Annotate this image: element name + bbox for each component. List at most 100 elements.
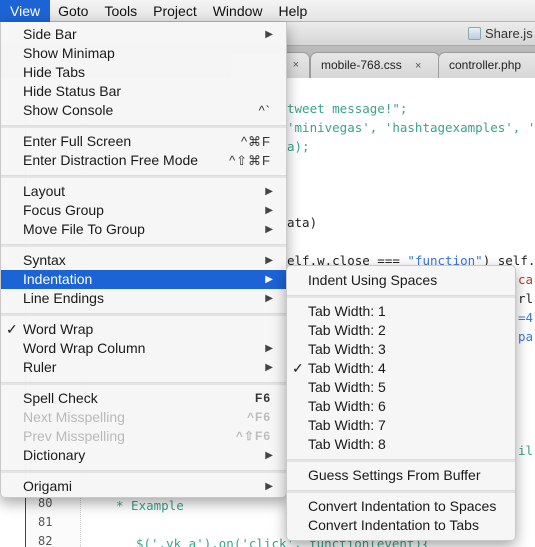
tab-label: controller.php (449, 58, 522, 72)
submenu-arrow-icon: ▶ (265, 481, 273, 492)
menu-item-tab-width-4[interactable]: ✓ Tab Width: 4 (287, 359, 515, 378)
menu-item-focus-group[interactable]: Focus Group ▶ (1, 201, 286, 220)
shortcut-label: ^F6 (246, 410, 271, 424)
menu-item-label: Syntax (23, 252, 66, 268)
menu-item-tab-width-2[interactable]: Tab Width: 2 (287, 321, 515, 340)
close-icon[interactable]: × (293, 53, 299, 77)
menu-item-convert-to-spaces[interactable]: Convert Indentation to Spaces (287, 497, 515, 516)
window-title-text: Share.js (485, 26, 533, 41)
menu-separator (1, 175, 286, 178)
submenu-arrow-icon: ▶ (265, 450, 273, 461)
menu-separator (287, 459, 515, 462)
shortcut-label: ^⇧F6 (235, 429, 271, 443)
menu-view[interactable]: View (0, 0, 51, 22)
menu-item-label: Focus Group (23, 202, 104, 218)
menu-item-label: Layout (23, 183, 66, 199)
menu-item-label: Side Bar (23, 26, 77, 42)
submenu-arrow-icon: ▶ (265, 343, 273, 354)
menu-goto[interactable]: Goto (50, 0, 96, 22)
menu-item-indent-using-spaces[interactable]: Indent Using Spaces (287, 271, 515, 290)
menu-item-label: Indentation (23, 271, 93, 287)
menu-item-label: Spell Check (23, 390, 98, 406)
menu-item-layout[interactable]: Layout ▶ (1, 182, 286, 201)
submenu-arrow-icon: ▶ (265, 274, 273, 285)
window-title: Share.js (468, 26, 533, 41)
menu-separator (1, 470, 286, 473)
menu-item-label: Move File To Group (23, 221, 145, 237)
menu-separator (1, 313, 286, 316)
menu-item-label: Show Console (23, 102, 114, 118)
tab-label: mobile-768.css (321, 58, 402, 72)
menu-item-dictionary[interactable]: Dictionary ▶ (1, 446, 286, 465)
menu-item-next-misspelling: Next Misspelling ^F6 (1, 408, 286, 427)
menu-item-label: Hide Tabs (23, 64, 86, 80)
code-fragment: a); (287, 139, 310, 154)
menu-item-label: Tab Width: 6 (308, 398, 386, 414)
menu-item-label: Convert Indentation to Spaces (308, 498, 497, 514)
menu-item-spell-check[interactable]: Spell Check F6 (1, 389, 286, 408)
menu-item-label: Indent Using Spaces (308, 272, 438, 288)
tab-controller-php[interactable]: controller.php (438, 52, 535, 78)
code-fragment: =4 (518, 310, 534, 325)
close-icon[interactable]: × (415, 60, 421, 72)
menu-separator (287, 295, 515, 298)
menu-item-label: Word Wrap Column (23, 340, 146, 356)
menu-item-side-bar[interactable]: Side Bar ▶ (1, 25, 286, 44)
submenu-arrow-icon: ▶ (265, 186, 273, 197)
menu-item-show-minimap[interactable]: Show Minimap (1, 44, 286, 63)
menu-bar: View Goto Tools Project Window Help (0, 0, 535, 22)
menu-item-tab-width-6[interactable]: Tab Width: 6 (287, 397, 515, 416)
menu-item-label: Tab Width: 4 (308, 360, 386, 376)
menu-item-label: Convert Indentation to Tabs (308, 517, 479, 533)
code-fragment: il (518, 443, 534, 458)
shortcut-label: ^` (258, 103, 271, 118)
menu-item-word-wrap-column[interactable]: Word Wrap Column ▶ (1, 339, 286, 358)
menu-item-ruler[interactable]: Ruler ▶ (1, 358, 286, 377)
menu-item-label: Enter Full Screen (23, 133, 132, 149)
indentation-submenu: Indent Using Spaces Tab Width: 1 Tab Wid… (286, 265, 516, 541)
menu-window[interactable]: Window (205, 0, 271, 22)
checkmark-icon: ✓ (6, 321, 18, 337)
menu-item-label: Prev Misspelling (23, 428, 125, 444)
menu-separator (287, 490, 515, 493)
menu-item-tab-width-8[interactable]: Tab Width: 8 (287, 435, 515, 454)
menu-item-label: Dictionary (23, 447, 86, 463)
submenu-arrow-icon: ▶ (265, 293, 273, 304)
code-fragment: rl (518, 291, 534, 306)
menu-item-origami[interactable]: Origami ▶ (1, 477, 286, 496)
menu-item-label: Tab Width: 3 (308, 341, 386, 357)
menu-item-label: Enter Distraction Free Mode (23, 152, 199, 168)
menu-item-label: Origami (23, 478, 73, 494)
menu-help[interactable]: Help (271, 0, 316, 22)
menu-item-convert-to-tabs[interactable]: Convert Indentation to Tabs (287, 516, 515, 535)
menu-item-tab-width-7[interactable]: Tab Width: 7 (287, 416, 515, 435)
menu-item-tab-width-5[interactable]: Tab Width: 5 (287, 378, 515, 397)
menu-item-distraction-free[interactable]: Enter Distraction Free Mode ^⇧⌘F (1, 151, 286, 170)
menu-item-label: Next Misspelling (23, 409, 125, 425)
menu-item-word-wrap[interactable]: ✓ Word Wrap (1, 320, 286, 339)
shortcut-label: ^⌘F (240, 134, 271, 149)
menu-item-move-file-to-group[interactable]: Move File To Group ▶ (1, 220, 286, 239)
view-menu: Side Bar ▶ Show Minimap Hide Tabs Hide St… (0, 22, 287, 498)
menu-item-label: Show Minimap (23, 45, 115, 61)
menu-tools[interactable]: Tools (96, 0, 145, 22)
menu-item-tab-width-3[interactable]: Tab Width: 3 (287, 340, 515, 359)
menu-item-syntax[interactable]: Syntax ▶ (1, 251, 286, 270)
menu-item-guess-settings[interactable]: Guess Settings From Buffer (287, 466, 515, 485)
submenu-arrow-icon: ▶ (265, 29, 273, 40)
menu-project[interactable]: Project (145, 0, 205, 22)
line-number: 82 (38, 534, 53, 547)
menu-item-line-endings[interactable]: Line Endings ▶ (1, 289, 286, 308)
menu-item-show-console[interactable]: Show Console ^` (1, 101, 286, 120)
code-fragment: pa (518, 329, 534, 344)
tab-mobile-768-css[interactable]: mobile-768.css × (310, 52, 440, 78)
menu-item-indentation[interactable]: Indentation ▶ (1, 270, 286, 289)
code-fragment: * Example (116, 498, 184, 513)
menu-item-hide-tabs[interactable]: Hide Tabs (1, 63, 286, 82)
menu-separator (1, 244, 286, 247)
menu-item-enter-full-screen[interactable]: Enter Full Screen ^⌘F (1, 132, 286, 151)
submenu-arrow-icon: ▶ (265, 255, 273, 266)
menu-item-hide-status-bar[interactable]: Hide Status Bar (1, 82, 286, 101)
menu-item-label: Tab Width: 8 (308, 436, 386, 452)
menu-item-tab-width-1[interactable]: Tab Width: 1 (287, 302, 515, 321)
